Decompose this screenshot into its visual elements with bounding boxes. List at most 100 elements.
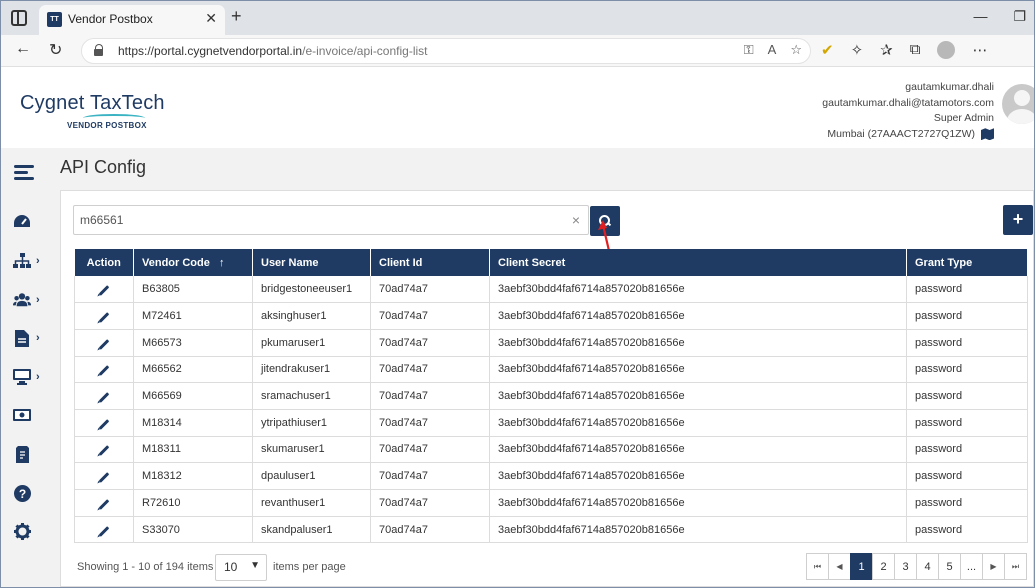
favorites-icon[interactable]: ✰ (880, 41, 893, 59)
restore-icon[interactable]: ❐ (1013, 8, 1026, 25)
chevron-right-icon: › (36, 294, 40, 306)
search-input[interactable] (74, 206, 564, 234)
cell-user-name: aksinghuser1 (252, 302, 371, 330)
chevron-right-icon: › (36, 255, 40, 267)
chevron-down-icon: ▼ (250, 560, 260, 571)
edit-pencil-icon[interactable] (98, 445, 110, 457)
clear-search-icon[interactable]: × (572, 212, 580, 228)
reload-icon[interactable]: ↻ (49, 40, 62, 60)
add-config-button[interactable]: + (1003, 205, 1033, 235)
sidebar-item-dashboard[interactable] (1, 211, 48, 233)
window-controls: — ❐ (973, 8, 1026, 25)
page-button-1[interactable]: 1 (850, 553, 873, 580)
chevron-right-icon: › (36, 371, 40, 383)
edit-pencil-icon[interactable] (98, 392, 110, 403)
table-footer: Showing 1 - 10 of 194 items 10 ▼ items p… (74, 553, 1027, 581)
sidebar-item-monitor[interactable]: › (1, 366, 48, 388)
close-tab-icon[interactable]: ✕ (205, 10, 217, 27)
key-icon[interactable]: ⚿ (744, 42, 754, 58)
col-header-vendor-code[interactable]: Vendor Code ↑ (133, 249, 253, 276)
collections-icon[interactable]: ⧉ (910, 41, 921, 59)
sidebar-item-documents[interactable]: › (1, 327, 48, 349)
sidebar-toggle[interactable] (1, 160, 48, 182)
location-text: Mumbai (27AAACT2727Q1ZW) (827, 127, 975, 140)
url-text: https://portal.cygnetvendorportal.in/e-i… (118, 44, 428, 58)
col-header-action: Action (74, 249, 134, 276)
back-icon[interactable]: ← (15, 40, 31, 58)
cell-vendor-code: R72610 (133, 489, 253, 517)
col-header-grant-type[interactable]: Grant Type (906, 249, 1028, 276)
chevron-right-icon: › (36, 332, 40, 344)
extensions-icon[interactable]: ✧ (851, 41, 864, 59)
col-header-user-name[interactable]: User Name (252, 249, 371, 276)
edit-pencil-icon[interactable] (98, 285, 110, 296)
cell-user-name: dpauluser1 (252, 462, 371, 490)
browser-tab[interactable]: TT Vendor Postbox ✕ (39, 5, 225, 35)
cell-user-name: revanthuser1 (252, 489, 371, 517)
col-header-client-id[interactable]: Client Id (370, 249, 490, 276)
edit-pencil-icon[interactable] (98, 418, 110, 430)
more-icon[interactable]: ⋯ (972, 41, 987, 59)
sidebar-item-receipts[interactable] (1, 443, 48, 465)
map-icon[interactable] (981, 128, 994, 141)
tab-bar: TT Vendor Postbox ✕ + — ❐ (1, 1, 1034, 35)
edit-pencil-icon[interactable] (98, 499, 110, 510)
user-email: gautamkumar.dhali@tatamotors.com (822, 96, 994, 109)
page-button-5[interactable]: 5 (938, 553, 961, 580)
cell-client-secret: 3aebf30bdd4faf6714a857020b81656e (489, 489, 907, 517)
table-row: M18311 skumaruser1 70ad74a7 3aebf30bdd4faf6… (74, 436, 1028, 464)
cell-vendor-code: S33070 (133, 516, 253, 544)
last-page-icon[interactable]: ⏭ (1004, 553, 1027, 580)
minimize-icon[interactable]: — (973, 8, 987, 25)
profile-icon[interactable] (937, 41, 956, 59)
table-body: B63805 bridgestoneeuser1 70ad74a7 3aebf30bd… (74, 276, 1028, 544)
per-page-value: 10 (224, 560, 238, 574)
sidebar-item-help[interactable]: ? (1, 482, 48, 504)
cell-grant-type: password (906, 329, 1028, 357)
sidebar-item-hierarchy[interactable]: › (1, 250, 48, 272)
edit-cell (74, 302, 134, 330)
cell-vendor-code: M66569 (133, 382, 253, 410)
sidebar-item-payments[interactable] (1, 404, 48, 426)
edit-pencil-icon[interactable] (98, 472, 110, 483)
window-menu-icon[interactable] (11, 10, 27, 26)
extension-check-icon[interactable]: ✔ (821, 41, 834, 59)
lock-icon[interactable] (94, 44, 104, 56)
edit-pencil-icon[interactable] (98, 525, 110, 537)
page-button-more[interactable]: ... (960, 553, 983, 580)
table-row: M66569 sramachuser1 70ad74a7 3aebf30bdd4faf… (74, 382, 1028, 410)
table-header-row: Action Vendor Code ↑ User Name Client Id… (74, 249, 1028, 276)
hamburger-icon[interactable] (14, 162, 34, 180)
prev-page-icon[interactable]: ◀ (828, 553, 851, 580)
address-bar: ← ↻ https://portal.cygnetvendorportal.in… (1, 35, 1034, 67)
per-page-select[interactable]: 10 ▼ (215, 554, 267, 581)
new-tab-icon[interactable]: + (231, 6, 242, 27)
next-page-icon[interactable]: ▶ (982, 553, 1005, 580)
cell-client-secret: 3aebf30bdd4faf6714a857020b81656e (489, 356, 907, 384)
user-avatar[interactable] (1002, 84, 1034, 124)
user-role: Super Admin (933, 112, 994, 124)
document-icon (13, 329, 31, 347)
page-button-2[interactable]: 2 (872, 553, 895, 580)
col-header-client-secret[interactable]: Client Secret (489, 249, 907, 276)
edit-cell (74, 462, 134, 490)
edit-pencil-icon[interactable] (98, 365, 110, 377)
favorite-add-icon[interactable]: ☆ (790, 42, 802, 58)
page-button-3[interactable]: 3 (894, 553, 917, 580)
edit-pencil-icon[interactable] (98, 338, 110, 350)
page-button-4[interactable]: 4 (916, 553, 939, 580)
cell-user-name: bridgestoneeuser1 (252, 276, 371, 304)
url-input[interactable]: https://portal.cygnetvendorportal.in/e-i… (81, 38, 811, 64)
user-name: gautamkumar.dhali (905, 81, 994, 93)
sidebar-item-settings[interactable] (1, 520, 48, 542)
cell-client-id: 70ad74a7 (370, 382, 490, 410)
read-aloud-icon[interactable]: A (768, 42, 777, 58)
cell-grant-type: password (906, 356, 1028, 384)
brand-logo[interactable]: Cygnet TaxTech (20, 92, 165, 115)
app-header: Cygnet TaxTech VENDOR POSTBOX gautamkuma… (1, 68, 1034, 148)
money-icon (13, 406, 31, 424)
table-row: M18314 ytripathiuser1 70ad74a7 3aebf30bdd4f… (74, 409, 1028, 437)
edit-pencil-icon[interactable] (98, 312, 110, 323)
sidebar-item-users[interactable]: › (1, 289, 48, 311)
first-page-icon[interactable]: ⏮ (806, 553, 829, 580)
